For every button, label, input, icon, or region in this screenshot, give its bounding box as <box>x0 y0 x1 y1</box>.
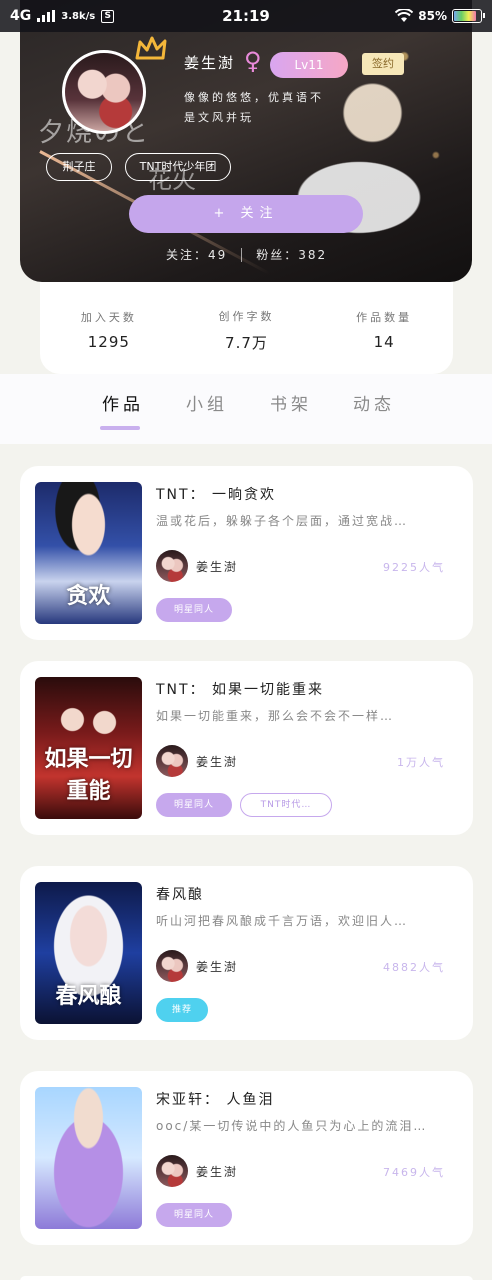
book-cover[interactable]: 春风酿 <box>35 882 142 1024</box>
word-count-stat: 创作字数 7.7万 <box>218 308 274 353</box>
stat-label: 加入天数 <box>80 311 137 324</box>
works-count-stat: 作品数量 14 <box>356 309 412 351</box>
book-cover[interactable]: 贪欢 <box>35 482 142 624</box>
wifi-icon <box>395 9 414 22</box>
work-title[interactable]: TNT： 如果一切能重来 <box>156 679 324 699</box>
author-name: 姜生澍 <box>196 560 239 574</box>
profile-tabs: 作品 小组 书架 动态 <box>0 374 492 444</box>
follow-button[interactable]: + 关注 <box>129 195 363 233</box>
following-count[interactable]: 关注：49 <box>166 246 227 263</box>
author-avatar <box>156 950 188 982</box>
status-bar: 4G 3.8k/s S 21:19 85% <box>0 0 492 32</box>
author-name: 姜生澍 <box>196 755 239 769</box>
author-avatar <box>156 550 188 582</box>
profile-tag[interactable]: TNT时代少年团 <box>125 153 231 181</box>
signal-icon <box>37 10 56 22</box>
author-avatar <box>156 1155 188 1187</box>
profile-info-card: 加入天数 1295 创作字数 7.7万 作品数量 14 <box>40 282 453 374</box>
battery-icon <box>452 9 485 23</box>
tab-activity[interactable]: 动态 <box>353 390 395 415</box>
cover-title-text: 如果一切重能 <box>44 746 133 804</box>
level-badge: Lv11 <box>270 52 348 78</box>
book-cover[interactable]: 如果一切重能 <box>35 677 142 819</box>
network-type: 4G <box>10 8 32 24</box>
popularity-count: 4882人气 <box>383 961 445 974</box>
work-description: 如果一切能重来，那么会不会不一样… <box>156 709 395 723</box>
profile-tag[interactable]: 荆子庄 <box>46 153 112 181</box>
work-tag[interactable]: 明星同人 <box>156 793 232 817</box>
fans-count[interactable]: 粉丝：382 <box>256 246 327 263</box>
work-tag[interactable]: TNT时代… <box>240 793 332 817</box>
work-card-partial[interactable] <box>20 1276 473 1280</box>
username: 姜生澍 <box>184 54 236 72</box>
network-speed: 3.8k/s <box>61 10 96 22</box>
work-title[interactable]: 宋亚轩： 人鱼泪 <box>156 1089 274 1109</box>
stat-label: 创作字数 <box>218 309 275 323</box>
author-avatar <box>156 745 188 777</box>
stat-label: 作品数量 <box>356 311 413 324</box>
crown-icon <box>135 36 167 60</box>
cover-title-text: 贪欢 <box>66 583 111 609</box>
stat-value: 7.7万 <box>225 333 268 352</box>
tab-works[interactable]: 作品 <box>102 390 144 415</box>
female-gender-icon: ♀ <box>244 47 262 75</box>
work-description: ooc/某一切传说中的人鱼只为心上的流泪… <box>156 1119 428 1133</box>
tab-bookshelf[interactable]: 书架 <box>270 390 312 415</box>
work-description: 听山河把春风酿成千言万语，欢迎旧人… <box>156 914 409 928</box>
battery-percent: 85% <box>418 9 447 23</box>
s-app-icon: S <box>101 9 115 23</box>
recommended-tag[interactable]: 推荐 <box>156 998 208 1022</box>
signed-badge[interactable]: 签约 <box>362 53 404 75</box>
work-card[interactable]: 春风酿 春风酿 听山河把春风酿成千言万语，欢迎旧人… 姜生澍 4882人气 推荐 <box>20 866 473 1040</box>
stats-divider <box>241 247 243 262</box>
work-tag[interactable]: 明星同人 <box>156 1203 232 1227</box>
author-name: 姜生澍 <box>196 1165 239 1179</box>
book-cover[interactable] <box>35 1087 142 1229</box>
popularity-count: 1万人气 <box>397 756 445 769</box>
work-tag[interactable]: 明星同人 <box>156 598 232 622</box>
tab-groups[interactable]: 小组 <box>186 390 228 415</box>
work-card[interactable]: 如果一切重能 TNT： 如果一切能重来 如果一切能重来，那么会不会不一样… 姜生… <box>20 661 473 835</box>
profile-signature: 像像的悠悠，优真语不是文风并玩 <box>184 91 324 124</box>
profile-header: 4G 3.8k/s S 21:19 85% 夕烧のと 花火 姜生澍 ♀ Lv11… <box>0 0 492 282</box>
work-title[interactable]: 春风酿 <box>156 884 204 904</box>
work-description: 温或花后，躲躲子各个层面，通过宽战… <box>156 514 409 528</box>
active-tab-indicator <box>100 426 140 430</box>
cover-title-text: 春风酿 <box>55 983 122 1009</box>
work-card[interactable]: 贪欢 TNT： 一晌贪欢 温或花后，躲躲子各个层面，通过宽战… 姜生澍 9225… <box>20 466 473 640</box>
join-days-stat: 加入天数 1295 <box>81 309 137 351</box>
stat-value: 14 <box>373 333 395 351</box>
popularity-count: 9225人气 <box>383 561 445 574</box>
stat-value: 1295 <box>87 333 130 351</box>
author-name: 姜生澍 <box>196 960 239 974</box>
work-title[interactable]: TNT： 一晌贪欢 <box>156 484 276 504</box>
popularity-count: 7469人气 <box>383 1166 445 1179</box>
follow-stats: 关注：49 粉丝：382 <box>166 246 327 263</box>
work-card[interactable]: 宋亚轩： 人鱼泪 ooc/某一切传说中的人鱼只为心上的流泪… 姜生澍 7469人… <box>20 1071 473 1245</box>
